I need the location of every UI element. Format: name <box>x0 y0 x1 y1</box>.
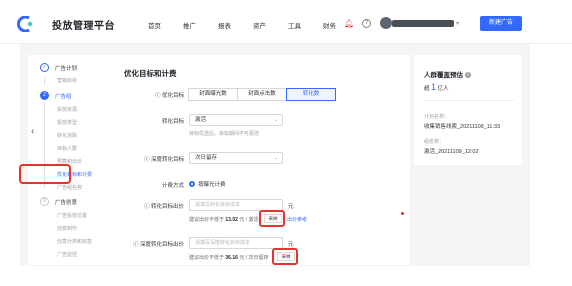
highlight-box <box>259 210 285 227</box>
nav-home[interactable]: 首页 <box>148 20 161 30</box>
bid-label: ⓘ 转化目标出价 <box>143 204 184 210</box>
app-title: 投放管理平台 <box>52 21 115 32</box>
step-creative[interactable]: 3 广告创意 <box>28 197 77 206</box>
audience-estimate: 超 1 亿人 <box>424 82 449 92</box>
bid-unit: 元 <box>288 204 294 210</box>
deep-target-select[interactable]: 次日留存 ⌄ <box>189 152 283 164</box>
suggest-value: 13.02 <box>225 217 238 223</box>
plan-name-key: 计划名称： <box>424 114 450 120</box>
audience-title: 人群覆盖预估? <box>424 69 471 79</box>
step-number: 2 <box>40 91 49 100</box>
suggest-suffix: 元 / 激活 <box>239 217 259 223</box>
main-nav: 首页 推广 报表 资产 工具 财务 <box>148 20 358 30</box>
marker-dot <box>401 212 404 215</box>
sub-creative-make[interactable]: 创意制作 <box>57 225 77 232</box>
conv-target-label: 转化目标 <box>161 119 184 125</box>
opt-conversion[interactable]: 转化数 <box>286 88 336 101</box>
select-value: 次日留存 <box>195 155 218 161</box>
chevron-down-icon[interactable]: ▾ <box>456 20 459 27</box>
select-value: 激活 <box>195 117 207 123</box>
sub-resource[interactable]: 投放资源 <box>57 106 77 113</box>
sub-tags[interactable]: 创意分类和标签 <box>57 238 92 245</box>
sub-audience[interactable]: 目标人群 <box>57 145 77 152</box>
section-title: 优化目标和计费 <box>124 69 177 78</box>
chevron-down-icon: ⌄ <box>273 155 278 161</box>
billing-radio[interactable]: 按曝光计费 <box>189 180 226 188</box>
sub-monitor[interactable]: 广告监控 <box>57 251 77 258</box>
nav-finance[interactable]: 财务 <box>323 20 336 30</box>
notification-bell-icon[interactable]: 🔔︎ <box>344 19 354 28</box>
nav-promote[interactable]: 推广 <box>183 20 196 30</box>
step-label: 广告创意 <box>55 199 78 206</box>
brand-logo-icon[interactable] <box>16 15 35 33</box>
audience-unit: 亿人 <box>437 86 449 92</box>
steps-sidebar: ✓ 广告计划 营销目标 2 广告组 投放资源 投放类型 转化追踪 目标人群 预算… <box>28 55 112 265</box>
help-icon[interactable]: ? <box>465 72 471 79</box>
step-label: 广告组 <box>55 93 72 100</box>
account-name-redacted[interactable] <box>392 20 454 27</box>
highlight-box <box>272 248 298 265</box>
nav-assets[interactable]: 资产 <box>253 20 266 30</box>
top-navbar: 投放管理平台 首页 推广 报表 资产 工具 财务 🔔︎ ? ▾ 新建广告 <box>0 0 572 44</box>
conv-target-select[interactable]: 激活 ⌄ <box>189 114 283 126</box>
sub-group-name[interactable]: 广告组名称 <box>57 184 82 191</box>
label-text: 优化目标 <box>161 93 184 99</box>
collapse-arrow-icon[interactable]: ‹ <box>31 126 34 137</box>
audience-prefix: 超 <box>424 86 430 92</box>
sub-type[interactable]: 投放类型 <box>57 119 77 126</box>
conv-target-hint: 目标优选后，目标期间不可更改 <box>189 131 260 137</box>
deep-bid-suggestion: 建议出价不低于 36.16 元 / 次日留存 <box>189 254 268 261</box>
step-ad-group[interactable]: 2 广告组 <box>28 91 72 100</box>
step-ad-plan[interactable]: ✓ 广告计划 <box>28 63 77 72</box>
deep-bid-label: ⓘ 深度转化目标出价 <box>132 242 184 248</box>
help-icon[interactable]: ? <box>362 19 371 28</box>
deep-target-label: ⓘ 深度转化目标 <box>143 157 184 163</box>
group-name-key: 组名称： <box>424 139 445 145</box>
bid-reference-link[interactable]: 出价参考 <box>287 216 307 223</box>
nav-reports[interactable]: 报表 <box>218 20 231 30</box>
radio-label: 按曝光计费 <box>198 182 226 188</box>
highlight-box <box>19 164 71 184</box>
label-text: 深度转化目标 <box>150 157 184 163</box>
sub-tracking[interactable]: 转化追踪 <box>57 132 77 139</box>
bid-suggestion: 建议出价不低于 13.02 元 / 激活 <box>189 216 258 223</box>
sub-placement[interactable]: 广告投放位置 <box>57 212 87 219</box>
suggest-value: 36.16 <box>225 255 238 261</box>
optimization-form: 优化目标和计费 ⓘ 优化目标 封面曝光数 封面点击数 转化数 转化目标 激活 ⌄… <box>112 55 410 265</box>
radio-selected-icon <box>189 181 195 187</box>
nav-tools[interactable]: 工具 <box>288 20 301 30</box>
opt-cover-click[interactable]: 封面点击数 <box>237 88 287 101</box>
opt-goal-segmented: 封面曝光数 封面点击数 转化数 <box>188 88 336 101</box>
step-connector <box>44 77 45 85</box>
opt-goal-label: ⓘ 优化目标 <box>154 93 184 99</box>
audience-value: 1 <box>431 82 437 92</box>
chevron-down-icon: ⌄ <box>273 117 278 123</box>
title-text: 人群覆盖预估 <box>424 72 463 79</box>
deep-bid-input[interactable]: 请填写深度转化目标成本 <box>189 237 283 249</box>
suggest-prefix: 建议出价不低于 <box>189 255 225 261</box>
suggest-suffix: 元 / 次日留存 <box>239 255 269 261</box>
plan-name-value: 收集销售线索_20211109_11:33 <box>424 124 501 130</box>
suggest-prefix: 建议出价不低于 <box>189 217 225 223</box>
avatar[interactable] <box>380 17 392 29</box>
label-text: 转化目标出价 <box>150 204 184 210</box>
step-label: 广告计划 <box>55 65 78 72</box>
group-name-value: 激活_20211109_12:02 <box>424 149 479 155</box>
audience-panel: 人群覆盖预估? 超 1 亿人 计划名称： 收集销售线索_20211109_11:… <box>414 55 522 165</box>
step-number: 3 <box>40 197 49 206</box>
divider <box>424 100 514 101</box>
sub-marketing-goal[interactable]: 营销目标 <box>57 77 77 84</box>
billing-label: 计费方式 <box>161 183 184 189</box>
label-text: 深度转化目标出价 <box>139 242 184 248</box>
deep-bid-unit: 元 <box>288 242 294 248</box>
opt-cover-exposure[interactable]: 封面曝光数 <box>188 88 238 101</box>
check-icon: ✓ <box>40 63 49 72</box>
create-ad-button[interactable]: 新建广告 <box>480 16 522 31</box>
